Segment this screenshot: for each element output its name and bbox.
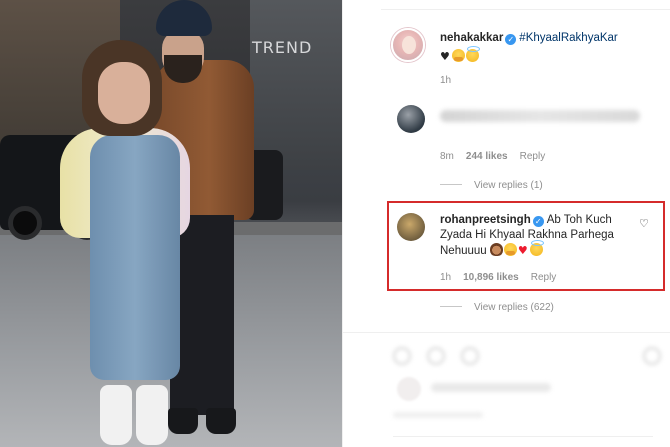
avatar[interactable] <box>391 28 425 62</box>
comment-text: Nehuuuu <box>440 245 487 257</box>
heart-icon[interactable] <box>393 347 411 365</box>
view-replies-label: View replies (1) <box>474 180 543 191</box>
hug-face-icon <box>503 243 517 256</box>
blurred-likes-text <box>431 383 551 392</box>
post-photo: TREND <box>0 0 342 447</box>
comment-text: Zyada Hi Khyaal Rakhna Parhega <box>440 229 614 241</box>
turban <box>156 0 212 36</box>
store-sign-text: TREND <box>252 38 313 57</box>
avatar[interactable] <box>397 105 425 133</box>
comment-time[interactable]: 1h <box>440 75 451 86</box>
comment-likes[interactable]: 244 likes <box>466 151 508 162</box>
comment-likes[interactable]: 10,896 likes <box>463 272 519 283</box>
shoe <box>206 408 236 434</box>
black-heart-icon: ♥ <box>440 50 450 63</box>
view-replies-button[interactable]: View replies (622) <box>440 302 554 313</box>
divider <box>343 332 670 333</box>
red-heart-icon: ♥ <box>517 244 528 257</box>
comment: rohanpreetsingh ✓ Ab Toh Kuch Zyada Hi Khy… <box>440 213 630 259</box>
store-sign: TREND <box>252 38 342 66</box>
comment-time[interactable]: 8m <box>440 151 454 162</box>
blurred-action-bar <box>393 345 663 367</box>
blurred-comment-text <box>440 110 640 122</box>
comment-time[interactable]: 1h <box>440 272 451 283</box>
woman-figure <box>60 40 200 447</box>
bookmark-icon[interactable] <box>643 347 661 365</box>
comment-username[interactable]: nehakakkar <box>440 32 503 44</box>
verified-badge-icon: ✓ <box>532 216 544 227</box>
view-replies-button[interactable]: View replies (1) <box>440 180 543 191</box>
sneaker <box>136 385 168 445</box>
verified-badge-icon: ✓ <box>505 34 517 45</box>
reply-button[interactable]: Reply <box>520 151 546 162</box>
divider <box>381 0 670 10</box>
car-wheel <box>8 206 42 240</box>
comments-panel: nehakakkar ✓ #KhyaalRakhyaKar ♥ 1h 8m 244 l… <box>342 0 670 447</box>
halo-face-icon <box>529 240 544 256</box>
sneaker <box>100 385 132 445</box>
comment-meta: 1h <box>440 75 463 86</box>
reply-button[interactable]: Reply <box>531 272 557 283</box>
like-heart-icon[interactable]: ♡ <box>639 218 649 229</box>
comment-text: Ab Toh Kuch <box>546 214 612 226</box>
comment-icon[interactable] <box>427 347 445 365</box>
comment-meta: 1h 10,896 likes Reply <box>440 272 568 283</box>
hashtag-link[interactable]: #KhyaalRakhyaKar <box>519 32 617 44</box>
divider <box>393 436 653 437</box>
hug-face-icon <box>451 49 465 62</box>
denim-overalls <box>90 135 180 380</box>
background-building <box>250 0 342 170</box>
comment: nehakakkar ✓ #KhyaalRakhyaKar ♥ <box>440 31 660 65</box>
share-icon[interactable] <box>461 347 479 365</box>
view-replies-label: View replies (622) <box>474 302 554 313</box>
face <box>98 62 150 124</box>
woman-face-icon <box>489 243 503 256</box>
blurred-timestamp <box>393 412 483 418</box>
comment-username[interactable]: rohanpreetsingh <box>440 214 531 226</box>
avatar <box>397 377 421 401</box>
comment-meta: 8m 244 likes Reply <box>440 151 557 162</box>
halo-face-icon <box>465 46 480 62</box>
avatar[interactable] <box>397 213 425 241</box>
